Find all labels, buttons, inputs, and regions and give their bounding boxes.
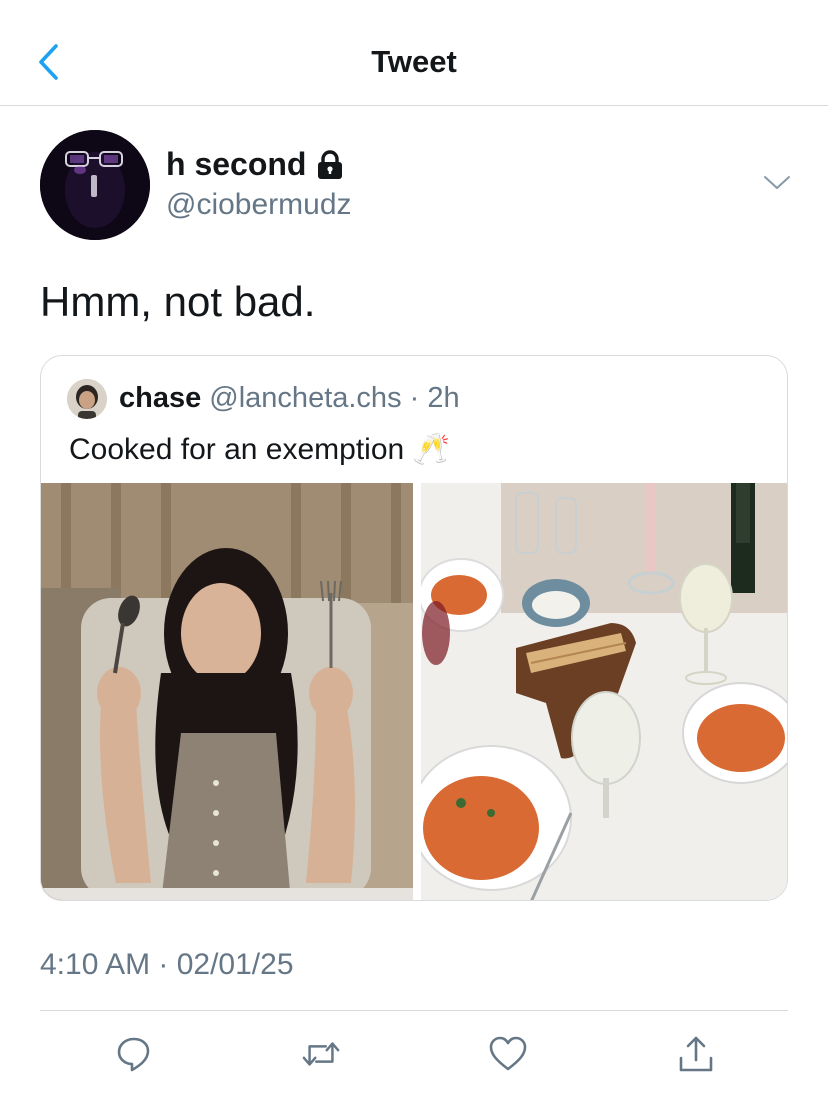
quote-photo-2[interactable]	[421, 483, 787, 900]
share-button[interactable]	[676, 1034, 716, 1074]
divider	[40, 1010, 788, 1011]
avatar-image	[40, 130, 150, 240]
page-title: Tweet	[371, 44, 457, 79]
avatar[interactable]	[40, 130, 150, 240]
quote-separator: ·	[401, 382, 428, 414]
heart-icon	[489, 1036, 527, 1071]
quote-author-handle: @lancheta.chs	[209, 382, 402, 414]
quote-text: Cooked for an exemption 🥂	[69, 433, 450, 466]
chevron-down-icon	[764, 176, 790, 189]
like-button[interactable]	[488, 1034, 528, 1074]
quote-header: chase @lancheta.chs · 2h	[119, 382, 460, 415]
quote-age: 2h	[427, 382, 460, 414]
retweet-button[interactable]	[301, 1034, 341, 1074]
top-bar: Tweet	[0, 0, 828, 106]
more-options-button[interactable]	[760, 170, 794, 196]
quote-photo-1[interactable]	[41, 483, 413, 900]
quote-avatar-image	[67, 379, 107, 419]
tweet-timestamp: 4:10 AM · 02/01/25	[40, 948, 294, 981]
author-display-name: h second	[166, 146, 307, 182]
reply-button[interactable]	[114, 1034, 154, 1074]
author-handle[interactable]: @ciobermudz	[166, 188, 352, 222]
author-name[interactable]: h second	[166, 146, 344, 183]
retweet-icon	[302, 1042, 340, 1066]
reply-icon	[117, 1037, 150, 1072]
quoted-tweet[interactable]: chase @lancheta.chs · 2h Cooked for an e…	[40, 355, 788, 901]
quote-avatar[interactable]	[67, 379, 107, 419]
share-icon	[679, 1036, 713, 1072]
tweet-text: Hmm, not bad.	[40, 278, 316, 325]
photo-person-with-utensils	[41, 483, 413, 900]
lock-icon	[318, 149, 343, 179]
photo-pasta-dinner-table	[421, 483, 787, 900]
quote-author-name: chase	[119, 382, 202, 414]
